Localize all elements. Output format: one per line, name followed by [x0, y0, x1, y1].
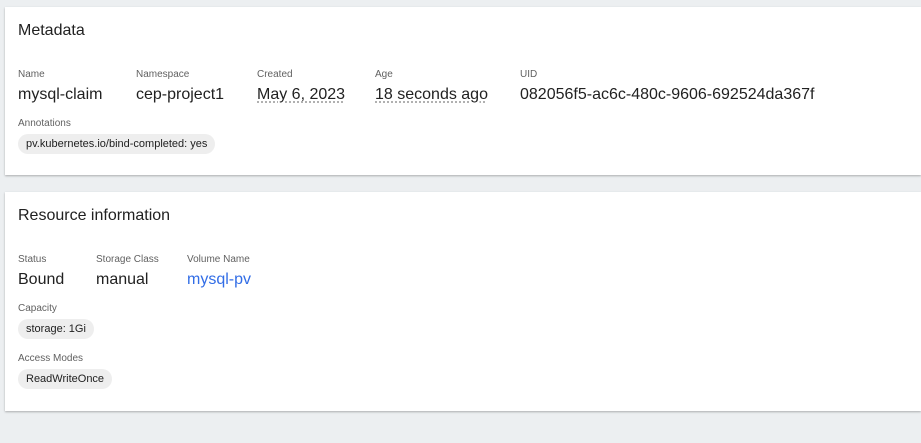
age-label: Age	[375, 69, 393, 80]
created-value[interactable]: May 6, 2023	[257, 85, 345, 105]
status-label: Status	[18, 254, 47, 265]
capacity-field: Capacity storage: 1Gi	[18, 303, 94, 339]
resource-card-title: Resource information	[18, 207, 171, 224]
access-modes-label: Access Modes	[18, 353, 84, 364]
volume-name-link[interactable]: mysql-pv	[187, 270, 251, 290]
annotations-label: Annotations	[18, 118, 71, 129]
name-value: mysql-claim	[18, 86, 103, 103]
uid-field: UID 082056f5-ac6c-480c-9606-692524da367f	[520, 69, 814, 105]
name-field: Name mysql-claim	[18, 69, 102, 105]
created-field: Created May 6, 2023	[257, 69, 345, 105]
capacity-label: Capacity	[18, 303, 57, 314]
namespace-label: Namespace	[136, 69, 190, 80]
access-mode-chip: ReadWriteOnce	[18, 369, 113, 389]
uid-label: UID	[520, 69, 538, 80]
age-value[interactable]: 18 seconds ago	[375, 85, 488, 105]
metadata-card-title: Metadata	[18, 22, 85, 39]
uid-value: 082056f5-ac6c-480c-9606-692524da367f	[520, 86, 815, 103]
capacity-chip: storage: 1Gi	[18, 319, 94, 339]
namespace-value: cep-project1	[136, 86, 225, 103]
created-label: Created	[257, 69, 293, 80]
namespace-field: Namespace cep-project1	[136, 69, 224, 105]
status-value: Bound	[18, 271, 65, 288]
storage-class-label: Storage Class	[96, 254, 159, 265]
annotation-chip: pv.kubernetes.io/bind-completed: yes	[18, 134, 216, 154]
annotations-field: Annotations pv.kubernetes.io/bind-comple…	[18, 118, 216, 154]
age-field: Age 18 seconds ago	[375, 69, 488, 105]
access-modes-field: Access Modes ReadWriteOnce	[18, 353, 113, 389]
volume-name-label: Volume Name	[187, 254, 250, 265]
storage-class-field: Storage Class manual	[96, 254, 159, 290]
volume-name-field: Volume Name mysql-pv	[187, 254, 251, 290]
name-label: Name	[18, 69, 45, 80]
resource-information-card: Resource information Status Bound Storag…	[5, 192, 921, 411]
metadata-card: Metadata Name mysql-claim Namespace cep-…	[5, 7, 921, 175]
status-field: Status Bound	[18, 254, 64, 290]
storage-class-value: manual	[96, 271, 149, 288]
